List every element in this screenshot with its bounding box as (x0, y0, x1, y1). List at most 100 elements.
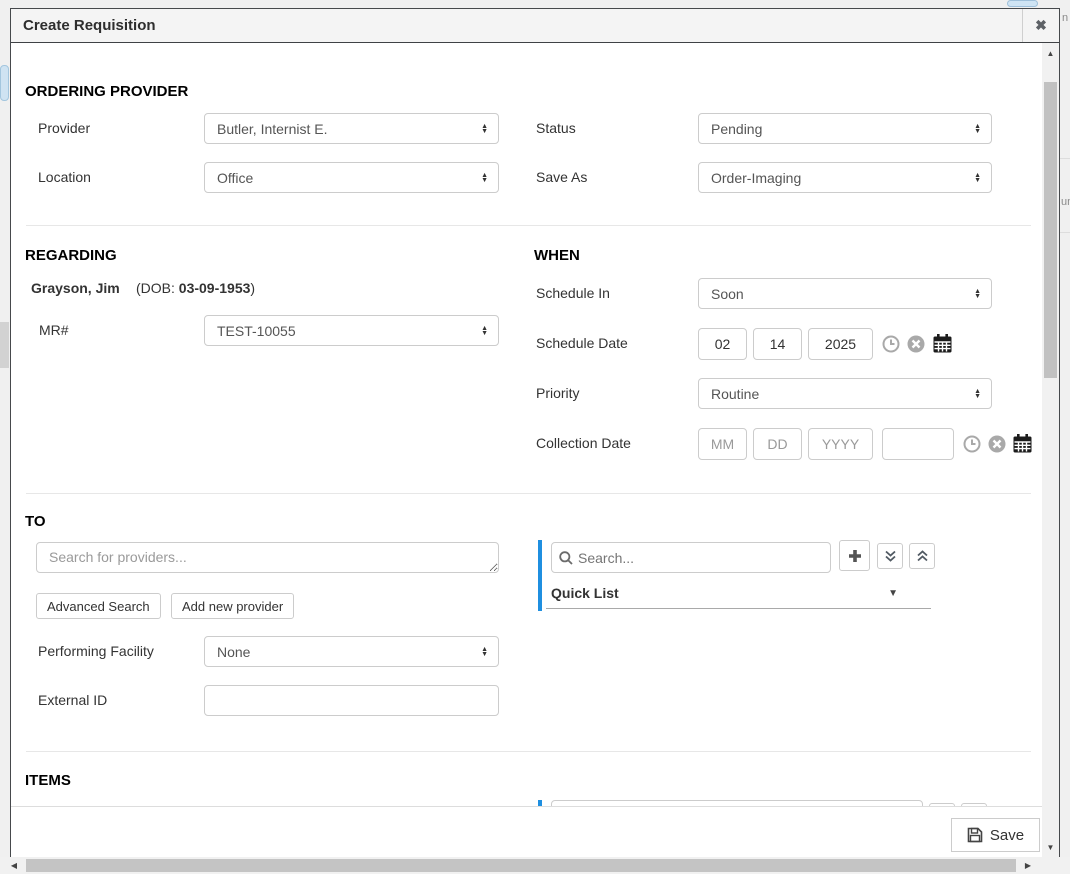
schedule-in-select[interactable]: Soon ▲▼ (698, 278, 992, 309)
clock-icon[interactable] (963, 435, 981, 458)
save-button-label: Save (990, 827, 1024, 844)
provider-quicklist-search (551, 542, 831, 573)
scroll-up-icon: ▲ (1047, 49, 1055, 58)
double-chevron-down-icon (884, 550, 897, 563)
create-requisition-dialog: Create Requisition ✖ ORDERING PROVIDER P… (10, 8, 1060, 857)
select-caret-icon: ▲▼ (974, 173, 981, 183)
horizontal-scrollbar[interactable]: ◀ ▶ (0, 857, 1070, 874)
status-select[interactable]: Pending ▲▼ (698, 113, 992, 144)
location-select-value: Office (217, 170, 253, 186)
dialog-header: Create Requisition ✖ (11, 9, 1059, 43)
section-title-ordering-provider: ORDERING PROVIDER (25, 83, 188, 100)
expand-all-button[interactable] (877, 543, 903, 569)
external-id-label: External ID (38, 692, 107, 708)
section-title-regarding: REGARDING (25, 247, 117, 264)
priority-label: Priority (536, 385, 580, 401)
schedule-day-field[interactable] (753, 328, 802, 360)
clear-date-icon[interactable] (907, 335, 925, 358)
background-block-left (0, 322, 9, 368)
collection-date-label: Collection Date (536, 435, 631, 451)
horizontal-scrollbar-thumb[interactable] (26, 859, 1016, 872)
select-caret-icon: ▲▼ (974, 124, 981, 134)
dialog-footer: Save (11, 806, 1044, 857)
save-icon (967, 827, 983, 843)
collection-year-field[interactable] (808, 428, 873, 460)
priority-select-value: Routine (711, 386, 759, 402)
section-divider (26, 493, 1031, 494)
select-caret-icon: ▲▼ (481, 647, 488, 657)
save-as-select[interactable]: Order-Imaging ▲▼ (698, 162, 992, 193)
background-pill-left (0, 65, 9, 101)
provider-select[interactable]: Butler, Internist E. ▲▼ (204, 113, 499, 144)
patient-name: Grayson, Jim (31, 280, 120, 296)
background-line (1060, 158, 1070, 159)
background-pill-top (1007, 0, 1038, 7)
collection-month-field[interactable] (698, 428, 747, 460)
performing-facility-label: Performing Facility (38, 643, 154, 659)
status-label: Status (536, 120, 576, 136)
add-to-quicklist-button[interactable] (839, 540, 870, 571)
provider-search-textarea[interactable] (36, 542, 499, 573)
quick-list-accent-bar (538, 540, 542, 611)
patient-dob: (DOB: 03-09-1953) (136, 280, 255, 296)
vertical-scrollbar-thumb[interactable] (1044, 82, 1057, 378)
section-title-to: TO (25, 513, 46, 530)
close-button[interactable]: ✖ (1022, 9, 1059, 42)
select-caret-icon: ▲▼ (481, 124, 488, 134)
collection-day-field[interactable] (753, 428, 802, 460)
location-label: Location (38, 169, 91, 185)
plus-icon (848, 549, 862, 563)
mr-number-select-value: TEST-10055 (217, 323, 296, 339)
select-caret-icon: ▲▼ (481, 326, 488, 336)
calendar-icon[interactable] (932, 333, 953, 359)
background-text-fragment: n (1062, 12, 1068, 24)
provider-select-value: Butler, Internist E. (217, 121, 328, 137)
collection-time-field[interactable] (882, 428, 954, 460)
chevron-down-icon: ▼ (888, 588, 898, 599)
clear-date-icon[interactable] (988, 435, 1006, 458)
vertical-scrollbar[interactable]: ▲ ▼ (1042, 43, 1059, 857)
dialog-title: Create Requisition (23, 9, 156, 42)
provider-label: Provider (38, 120, 90, 136)
performing-facility-select-value: None (217, 644, 250, 660)
scroll-down-icon: ▼ (1047, 843, 1055, 852)
add-new-provider-button[interactable]: Add new provider (171, 593, 294, 619)
scroll-left-icon: ◀ (11, 861, 17, 870)
background-line (1060, 232, 1070, 233)
scroll-up-arrow[interactable]: ▲ (1042, 45, 1059, 61)
collapse-all-button[interactable] (909, 543, 935, 569)
section-divider (26, 751, 1031, 752)
location-select[interactable]: Office ▲▼ (204, 162, 499, 193)
calendar-icon[interactable] (1012, 433, 1033, 459)
save-button[interactable]: Save (951, 818, 1040, 852)
provider-quicklist-search-input[interactable] (578, 543, 826, 572)
scroll-left-arrow[interactable]: ◀ (6, 857, 22, 874)
search-icon (559, 551, 573, 565)
external-id-field[interactable] (204, 685, 499, 716)
close-icon: ✖ (1035, 17, 1047, 34)
schedule-date-label: Schedule Date (536, 335, 628, 351)
quick-list-underline (546, 608, 931, 609)
scroll-right-arrow[interactable]: ▶ (1020, 857, 1036, 874)
performing-facility-select[interactable]: None ▲▼ (204, 636, 499, 667)
priority-select[interactable]: Routine ▲▼ (698, 378, 992, 409)
status-select-value: Pending (711, 121, 762, 137)
scroll-down-arrow[interactable]: ▼ (1042, 839, 1059, 855)
clock-icon[interactable] (882, 335, 900, 358)
section-title-items: ITEMS (25, 772, 71, 789)
mr-number-select[interactable]: TEST-10055 ▲▼ (204, 315, 499, 346)
schedule-in-label: Schedule In (536, 285, 610, 301)
schedule-month-field[interactable] (698, 328, 747, 360)
quick-list-header[interactable]: Quick List ▼ (551, 585, 916, 603)
advanced-search-button[interactable]: Advanced Search (36, 593, 161, 619)
select-caret-icon: ▲▼ (974, 389, 981, 399)
section-title-when: WHEN (534, 247, 580, 264)
background-text-fragment: un (1061, 196, 1070, 208)
quick-list-label: Quick List (551, 585, 619, 601)
dialog-body: ORDERING PROVIDER Provider Butler, Inter… (11, 43, 1044, 806)
select-caret-icon: ▲▼ (974, 289, 981, 299)
schedule-year-field[interactable] (808, 328, 873, 360)
schedule-in-select-value: Soon (711, 286, 744, 302)
section-divider (26, 225, 1031, 226)
save-as-select-value: Order-Imaging (711, 170, 801, 186)
